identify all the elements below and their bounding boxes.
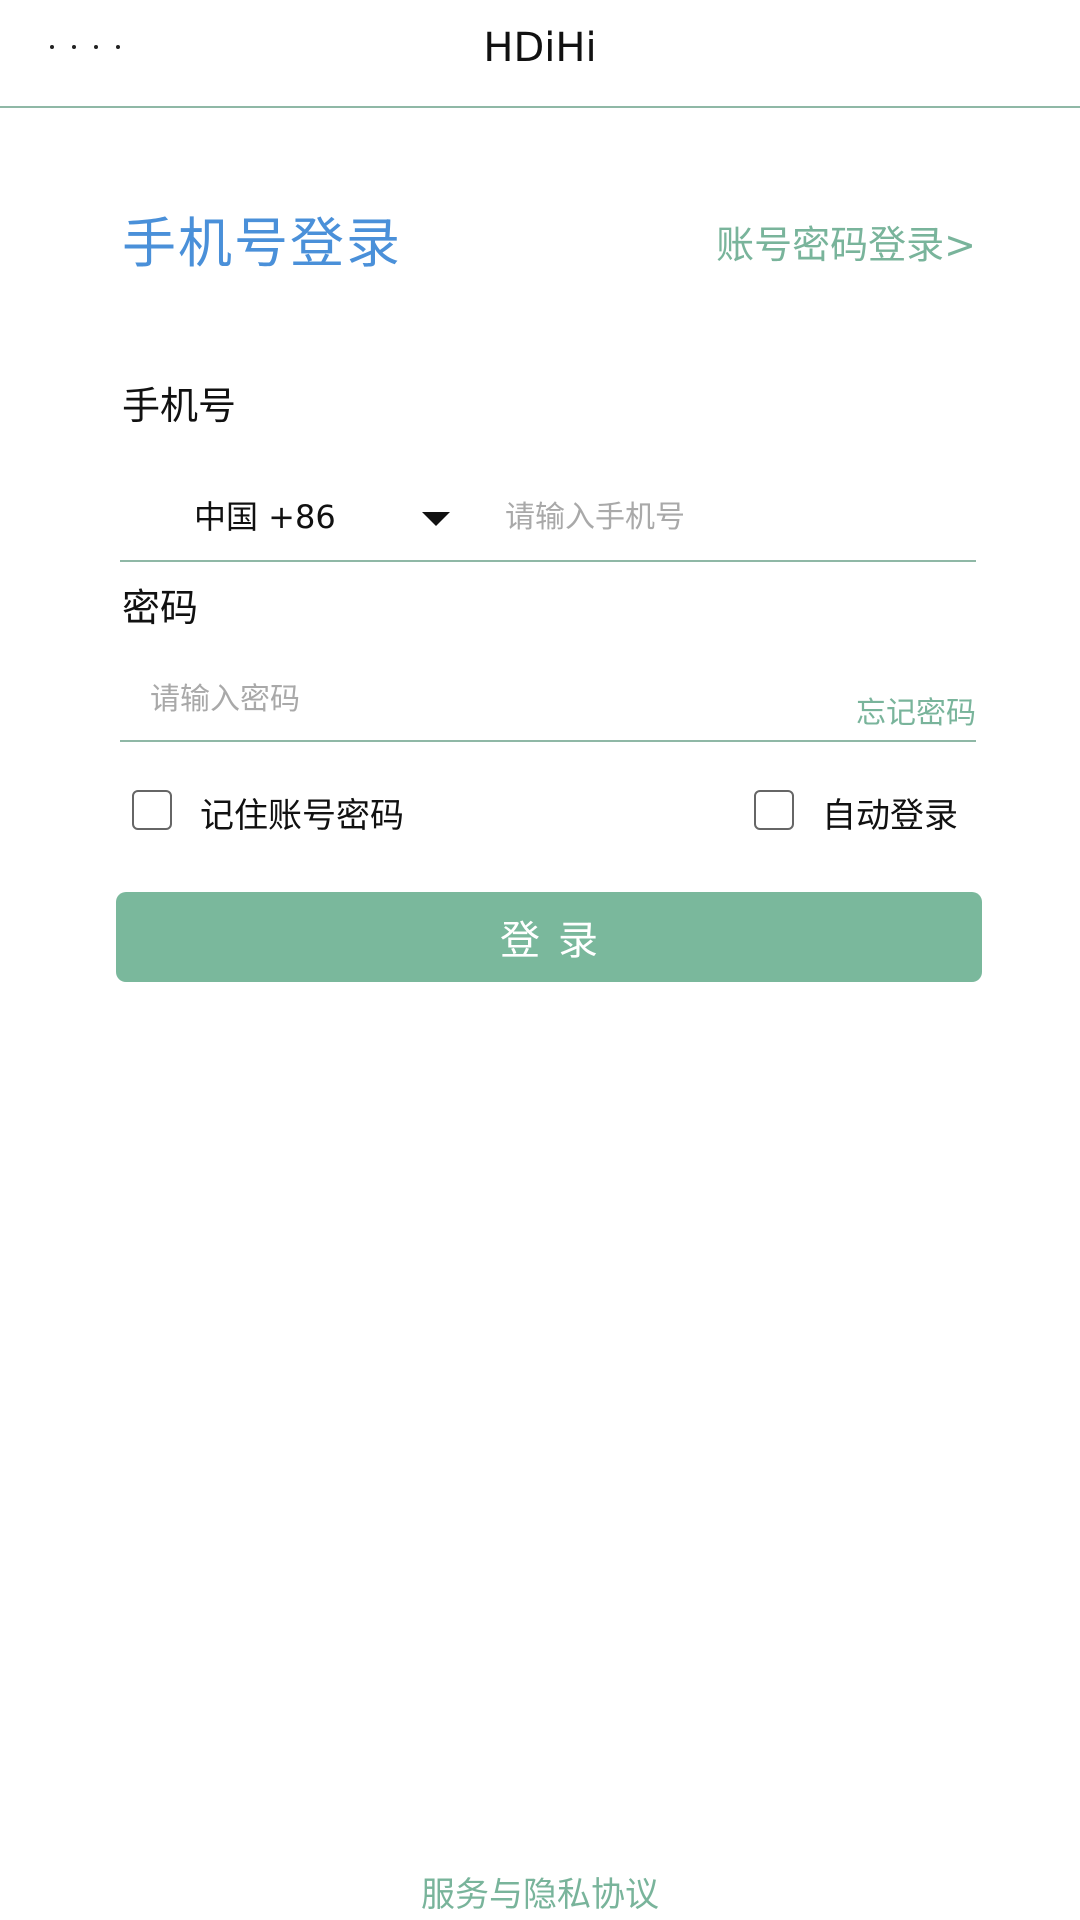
country-code-select[interactable]: 中国 +86: [120, 488, 460, 558]
forgot-password-link[interactable]: 忘记密码: [856, 692, 976, 736]
auto-login-label: 自动登录: [822, 796, 958, 836]
caret-down-icon: [422, 512, 450, 526]
phone-label: 手机号: [122, 384, 237, 428]
auto-login-checkbox[interactable]: [754, 790, 794, 830]
account-password-login-link[interactable]: 账号密码登录>: [716, 218, 976, 272]
privacy-policy-link[interactable]: 服务与隐私协议: [290, 1870, 790, 1920]
remember-password-label: 记住账号密码: [200, 796, 404, 836]
app-title: HDiHi: [483, 25, 597, 71]
page-title: 手机号登录: [122, 212, 402, 275]
login-button[interactable]: 登录: [116, 892, 982, 982]
phone-row: 中国 +86: [120, 488, 976, 562]
country-code-value: 中国 +86: [194, 498, 336, 536]
password-input[interactable]: [150, 676, 710, 722]
phone-input[interactable]: [505, 494, 965, 540]
remember-password-checkbox[interactable]: [132, 790, 172, 830]
remember-password-option[interactable]: 记住账号密码: [132, 788, 442, 844]
password-row: 忘记密码: [120, 668, 976, 742]
auto-login-option[interactable]: 自动登录: [754, 788, 976, 844]
top-bar: HDiHi: [0, 0, 1080, 108]
more-dots-icon[interactable]: [50, 42, 130, 54]
password-label: 密码: [122, 586, 199, 630]
